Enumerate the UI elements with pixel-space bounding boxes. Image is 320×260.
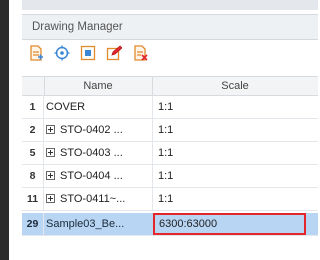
table-row[interactable]: 8 STO-0404 ... 1:1 (22, 165, 318, 188)
row-scale: 1:1 (158, 124, 174, 136)
expand-icon[interactable] (46, 171, 55, 180)
row-number: 29 (22, 213, 44, 235)
column-divider (152, 165, 153, 187)
top-strip (22, 0, 318, 10)
table-row[interactable]: 11 STO-0411~... 1:1 (22, 188, 318, 211)
table-row[interactable]: 2 STO-0402 ... 1:1 (22, 119, 318, 142)
left-edge-bar (0, 0, 9, 260)
row-name: STO-0411~... (46, 188, 150, 210)
fit-icon[interactable] (80, 45, 96, 61)
table-row[interactable]: 1 COVER 1:1 (22, 96, 318, 119)
edit-icon[interactable] (106, 45, 122, 61)
table-row-selected[interactable]: 29 Sample03_Be... 6300:63000 (22, 213, 318, 236)
row-name-text: STO-0411~... (60, 193, 126, 205)
row-name: COVER (46, 96, 150, 118)
add-drawing-icon[interactable] (28, 45, 44, 61)
expand-icon[interactable] (46, 125, 55, 134)
table-row[interactable]: 5 STO-0403 ... 1:1 (22, 142, 318, 165)
row-name-text: STO-0404 ... (60, 170, 123, 182)
column-divider (152, 142, 153, 164)
row-scale: 1:1 (158, 101, 174, 113)
row-name: Sample03_Be... (46, 213, 150, 235)
row-number: 5 (22, 142, 44, 164)
column-divider (152, 96, 153, 118)
table-header: Name Scale (22, 76, 318, 96)
panel-titlebar: Drawing Manager (22, 14, 318, 40)
row-name-text: COVER (46, 101, 86, 113)
row-name-text: STO-0402 ... (60, 124, 123, 136)
row-scale-highlighted[interactable]: 6300:63000 (153, 213, 306, 235)
drawing-manager-panel: Drawing Manager Name Scale 1 COVER 1:1 2… (22, 0, 318, 260)
row-number: 2 (22, 119, 44, 141)
panel-title: Drawing Manager (32, 21, 123, 33)
header-number (22, 77, 45, 95)
remove-drawing-icon[interactable] (132, 45, 148, 61)
row-name: STO-0404 ... (46, 165, 150, 187)
header-scale[interactable]: Scale (152, 77, 318, 95)
row-name-text: STO-0403 ... (60, 147, 123, 159)
column-divider (152, 188, 153, 210)
row-number: 8 (22, 165, 44, 187)
row-name-text: Sample03_Be... (46, 218, 125, 230)
expand-icon[interactable] (46, 194, 55, 203)
target-icon[interactable] (54, 45, 70, 61)
row-scale: 1:1 (158, 147, 174, 159)
row-name: STO-0402 ... (46, 119, 150, 141)
row-name: STO-0403 ... (46, 142, 150, 164)
expand-icon[interactable] (46, 148, 55, 157)
toolbar (22, 40, 318, 66)
row-scale: 1:1 (158, 170, 174, 182)
row-number: 11 (22, 188, 44, 210)
column-divider (152, 119, 153, 141)
row-number: 1 (22, 96, 44, 118)
header-name[interactable]: Name (44, 77, 153, 95)
row-scale: 1:1 (158, 193, 174, 205)
